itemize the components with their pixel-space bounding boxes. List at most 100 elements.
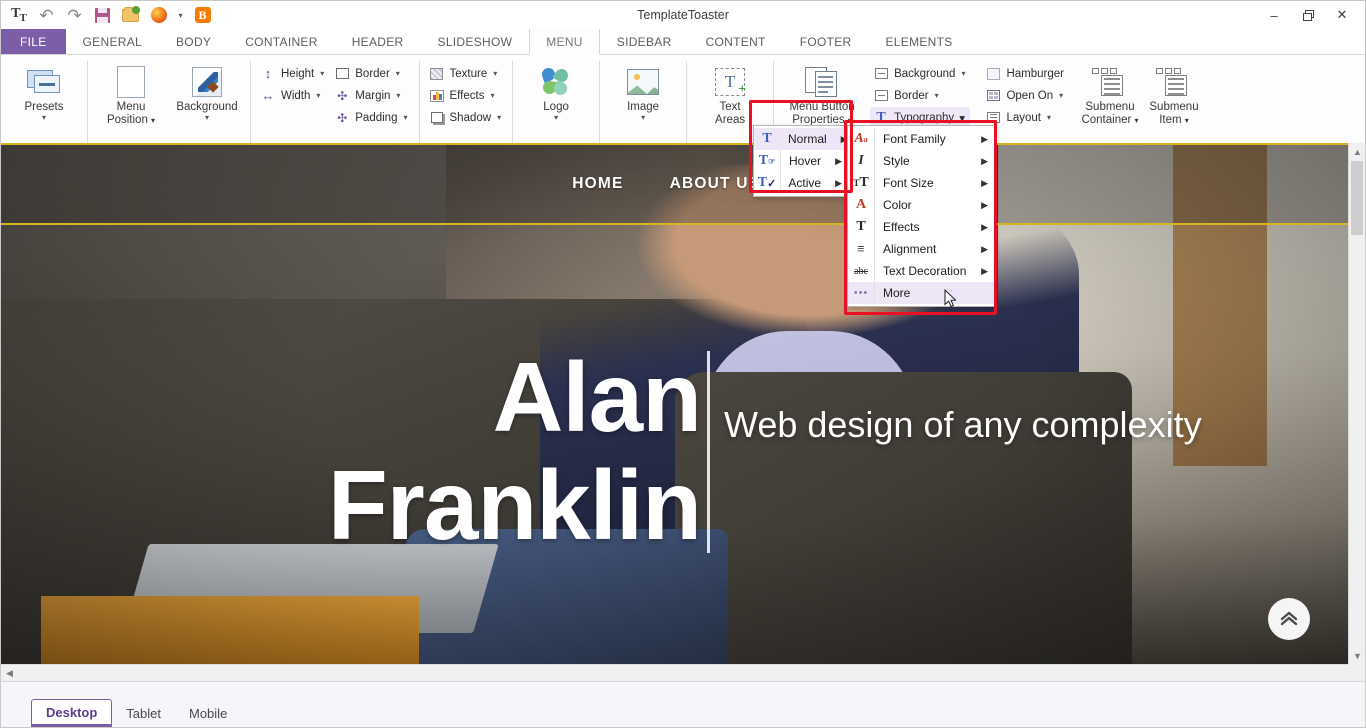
logo-caret[interactable]: ▾ (554, 114, 558, 122)
hero-title[interactable]: Alan Franklin (1, 343, 701, 559)
layout-col-1: ↕ Height ▾ ↔ Width ▾ (257, 60, 329, 106)
border-caret[interactable]: ▾ (396, 69, 400, 78)
ribbon-tab-menu[interactable]: MENU (529, 29, 600, 55)
presets-button[interactable]: Presets ▾ (7, 60, 81, 122)
device-tab-mobile[interactable]: Mobile (175, 699, 241, 727)
menu-background-button[interactable]: Background ▾ (870, 63, 970, 84)
height-caret[interactable]: ▾ (320, 69, 324, 78)
scroll-down-arrow[interactable]: ▼ (1349, 647, 1365, 664)
hero-tagline[interactable]: Web design of any complexity (724, 343, 1348, 559)
hero-section: HOME ABOUT US ⌄ Alan Franklin Web design… (1, 143, 1348, 664)
menu-border-button[interactable]: Border ▾ (870, 85, 970, 106)
device-tab-tablet[interactable]: Tablet (112, 699, 175, 727)
height-button[interactable]: ↕ Height ▾ (257, 63, 329, 84)
shadow-button[interactable]: Shadow ▾ (426, 107, 507, 128)
ribbon-tab-container[interactable]: CONTAINER (228, 29, 334, 54)
ribbon-tab-elements[interactable]: ELEMENTS (869, 29, 970, 54)
effects-caret[interactable]: ▾ (490, 91, 494, 100)
image-caret[interactable]: ▾ (641, 114, 645, 122)
menu-item-text-decoration[interactable]: abc Text Decoration ▶ (848, 260, 994, 282)
menu-typography-caret[interactable]: ▾ (959, 111, 965, 125)
padding-button[interactable]: ✣ Padding ▾ (331, 107, 412, 128)
menu-item-text-decoration-label: Text Decoration (883, 264, 967, 278)
typography-state-hover[interactable]: T☞ Hover ▶ (754, 150, 848, 172)
open-on-caret[interactable]: ▾ (1059, 91, 1063, 100)
image-button[interactable]: Image ▾ (606, 60, 680, 122)
menu-item-color[interactable]: A Color ▶ (848, 194, 994, 216)
margin-caret[interactable]: ▾ (396, 91, 400, 100)
menu-item-color-label: Color (883, 198, 967, 212)
undo-icon[interactable]: ↶ (36, 5, 57, 26)
effects-button[interactable]: Effects ▾ (426, 85, 507, 106)
menu-item-style[interactable]: I Style ▶ (848, 150, 994, 172)
ribbon-tab-general[interactable]: GENERAL (66, 29, 159, 54)
more-options-icon: ••• (848, 287, 874, 299)
border-button[interactable]: Border ▾ (331, 63, 412, 84)
menu-button-properties-button[interactable]: Menu Button Properties ▾ (780, 60, 864, 127)
text-areas-label-line2: Areas (715, 114, 745, 126)
app-window: TT ↶ ↷ ▾ B TemplateToaster – ✕ ? FILE GE… (0, 0, 1366, 728)
ribbon-tab-slideshow[interactable]: SLIDESHOW (421, 29, 530, 54)
logo-button[interactable]: Logo ▾ (519, 60, 593, 122)
menu-item-alignment[interactable]: ≡ Alignment ▶ (848, 238, 994, 260)
scroll-to-top-icon[interactable] (1268, 598, 1310, 640)
shadow-caret[interactable]: ▾ (497, 113, 501, 122)
hamburger-button[interactable]: Hamburger (982, 63, 1069, 84)
background-button[interactable]: Background ▾ (170, 60, 244, 122)
close-button[interactable]: ✕ (1325, 2, 1359, 28)
ribbon-tab-content[interactable]: CONTENT (689, 29, 783, 54)
preview-dropdown-caret[interactable]: ▾ (176, 5, 185, 26)
menu-item-font-family[interactable]: Aa Font Family ▶ (848, 128, 994, 150)
typography-state-active[interactable]: T✓ Active ▶ (754, 172, 848, 194)
background-caret[interactable]: ▾ (205, 114, 209, 122)
menu-layout-caret[interactable]: ▾ (1047, 113, 1051, 122)
submenu-container-button[interactable]: Submenu Container ▾ (1079, 60, 1141, 127)
ribbon-tab-body[interactable]: BODY (159, 29, 228, 54)
open-icon[interactable] (120, 5, 141, 26)
blogger-export-icon[interactable]: B (192, 5, 213, 26)
ribbon-tab-file[interactable]: FILE (1, 29, 66, 54)
width-button[interactable]: ↔ Width ▾ (257, 85, 329, 106)
firefox-preview-icon[interactable] (148, 5, 169, 26)
text-areas-label-line1: Text (720, 101, 741, 113)
padding-caret[interactable]: ▾ (403, 113, 407, 122)
ribbon-tab-footer[interactable]: FOOTER (783, 29, 869, 54)
maximize-button[interactable] (1291, 2, 1325, 28)
ribbon-tab-header[interactable]: HEADER (335, 29, 421, 54)
submenu-container-icon (1092, 63, 1128, 101)
width-caret[interactable]: ▾ (316, 91, 320, 100)
open-on-button[interactable]: Open On ▾ (982, 85, 1069, 106)
typography-options-menu: Aa Font Family ▶ I Style ▶ TT Font Size … (847, 125, 995, 307)
scroll-up-arrow[interactable]: ▲ (1349, 143, 1365, 160)
ribbon-tab-sidebar[interactable]: SIDEBAR (600, 29, 689, 54)
shadow-label: Shadow (450, 112, 492, 124)
effects-label: Effects (450, 90, 485, 102)
menu-position-button[interactable]: MenuPosition ▾ (94, 60, 168, 127)
menu-border-caret[interactable]: ▾ (935, 91, 939, 100)
save-icon[interactable] (92, 5, 113, 26)
presets-caret[interactable]: ▾ (42, 114, 46, 122)
nav-item-home[interactable]: HOME (572, 175, 623, 193)
effects-col: Texture ▾ Effects ▾ Shadow ▾ (426, 60, 507, 128)
texture-button[interactable]: Texture ▾ (426, 63, 507, 84)
submenu-item-button[interactable]: Submenu Item ▾ (1143, 60, 1205, 127)
margin-button[interactable]: ✣ Margin ▾ (331, 85, 412, 106)
scroll-left-arrow[interactable]: ◀ (1, 665, 18, 681)
menu-item-effects[interactable]: T Effects ▶ (848, 216, 994, 238)
texture-caret[interactable]: ▾ (493, 69, 497, 78)
horizontal-scrollbar[interactable]: ◀ ▶ (1, 664, 1348, 681)
device-tab-desktop[interactable]: Desktop (31, 699, 112, 727)
menu-background-caret[interactable]: ▾ (961, 69, 965, 78)
menu-item-font-size[interactable]: TT Font Size ▶ (848, 172, 994, 194)
vertical-scrollbar[interactable]: ▲ ▼ (1348, 143, 1365, 664)
minimize-button[interactable]: – (1257, 2, 1291, 28)
padding-label: Padding (355, 112, 397, 124)
menu-item-more[interactable]: ••• More (848, 282, 994, 304)
menu-divider (874, 172, 875, 194)
redo-icon[interactable]: ↷ (64, 5, 85, 26)
typography-state-normal[interactable]: T Normal ▶ (754, 128, 848, 150)
text-size-icon[interactable]: TT (8, 5, 29, 26)
text-areas-button[interactable]: T+ Text Areas (693, 60, 767, 127)
menu-layout-button[interactable]: Layout ▾ (982, 107, 1069, 128)
vertical-scroll-thumb[interactable] (1351, 161, 1363, 235)
